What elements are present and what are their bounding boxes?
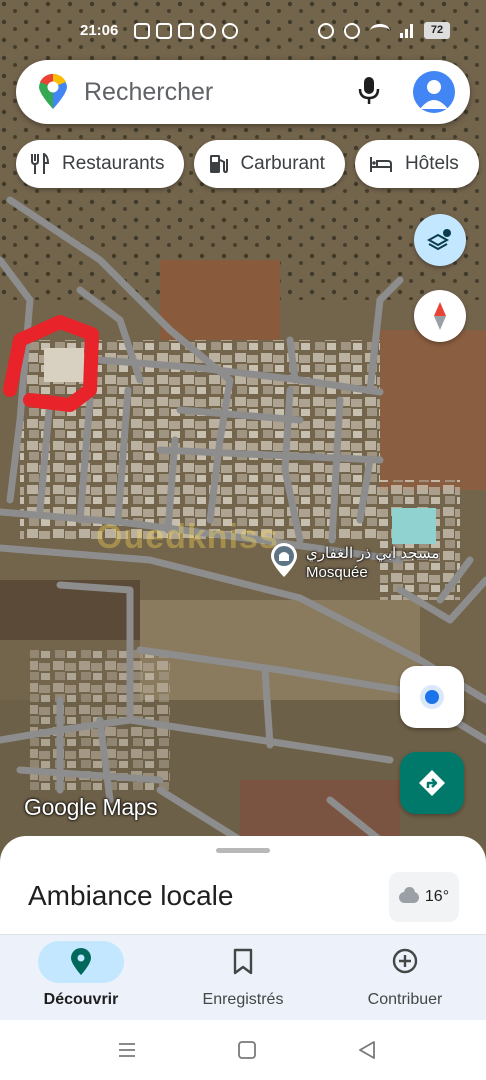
mosque-icon[interactable] [268,542,300,578]
restaurant-icon [31,153,50,174]
chip-label: Carburant [240,153,325,174]
fuel-icon [210,155,229,174]
watermark-text: Ouedkniss [96,518,279,556]
system-status-icons: 72 [318,22,450,39]
tab-label: Enregistrés [202,991,284,1008]
poi-type-label[interactable]: Mosquée [306,564,368,581]
instagram-icon [156,23,172,39]
system-navigation-bar [0,1020,486,1080]
tab-label: Contribuer [367,991,443,1008]
notification-icons [134,23,238,39]
layers-button[interactable] [414,214,466,266]
hotel-icon [369,157,392,172]
sheet-drag-handle[interactable] [216,848,270,853]
chip-fuel[interactable]: Carburant [194,140,345,188]
my-location-button[interactable] [400,666,464,728]
messenger-icon [222,23,238,39]
compass-button[interactable] [414,290,466,342]
wifi-icon [370,23,390,38]
tab-decouvrir[interactable]: Découvrir [0,935,162,1021]
temperature: 16° [424,888,450,905]
bookmark-icon [233,948,253,975]
chip-label: Hôtels [404,153,459,174]
status-time: 21:06 [80,22,119,39]
account-avatar[interactable] [413,71,455,113]
map-imagery [0,0,486,860]
add-circle-icon [392,948,418,974]
directions-button[interactable] [400,752,464,814]
google-maps-logo: Google Maps [24,794,158,820]
layers-icon [427,229,451,251]
instagram-icon [178,23,194,39]
my-location-icon [420,685,444,709]
compass-icon [434,302,446,330]
poi-name-label[interactable]: مسجد ابي ذر الغفاري [306,544,439,562]
location-status-icon [344,22,360,39]
weather-chip[interactable]: 16° [389,872,459,922]
home-button-icon[interactable] [237,1040,257,1060]
microphone-icon[interactable] [358,76,380,111]
battery-icon: 72 [424,22,450,39]
cloud-icon [398,886,419,903]
alarm-icon [318,22,334,39]
person-icon [420,80,448,109]
tab-contribuer[interactable]: Contribuer [324,935,486,1021]
chip-label: Restaurants [62,153,165,174]
chip-hotels[interactable]: Hôtels [354,140,479,188]
google-maps-pin-icon [38,73,68,115]
search-input[interactable]: Rechercher [84,78,213,107]
chip-restaurants[interactable]: Restaurants [16,140,185,188]
tab-label: Découvrir [43,991,119,1008]
satellite-map[interactable]: Ouedkniss مسجد ابي ذر الغفاري Mosquée Go… [0,0,486,860]
category-chips: Restaurants Carburant Hôtels [16,140,479,188]
search-bar[interactable]: Rechercher [16,60,470,124]
directions-icon [419,770,445,796]
recents-menu-icon[interactable] [117,1040,137,1060]
signal-icon [400,23,414,38]
bottom-navigation: Découvrir Enregistrés Contribuer [0,934,486,1020]
back-button-icon[interactable] [357,1040,377,1060]
status-bar: 21:06 72 [0,0,486,52]
facebook-icon [200,23,216,39]
sheet-title: Ambiance locale [28,880,234,911]
explore-pin-icon [71,948,91,975]
tab-enregistres[interactable]: Enregistrés [162,935,324,1021]
instagram-icon [134,23,150,39]
bottom-sheet[interactable]: Ambiance locale 16° [0,836,486,936]
